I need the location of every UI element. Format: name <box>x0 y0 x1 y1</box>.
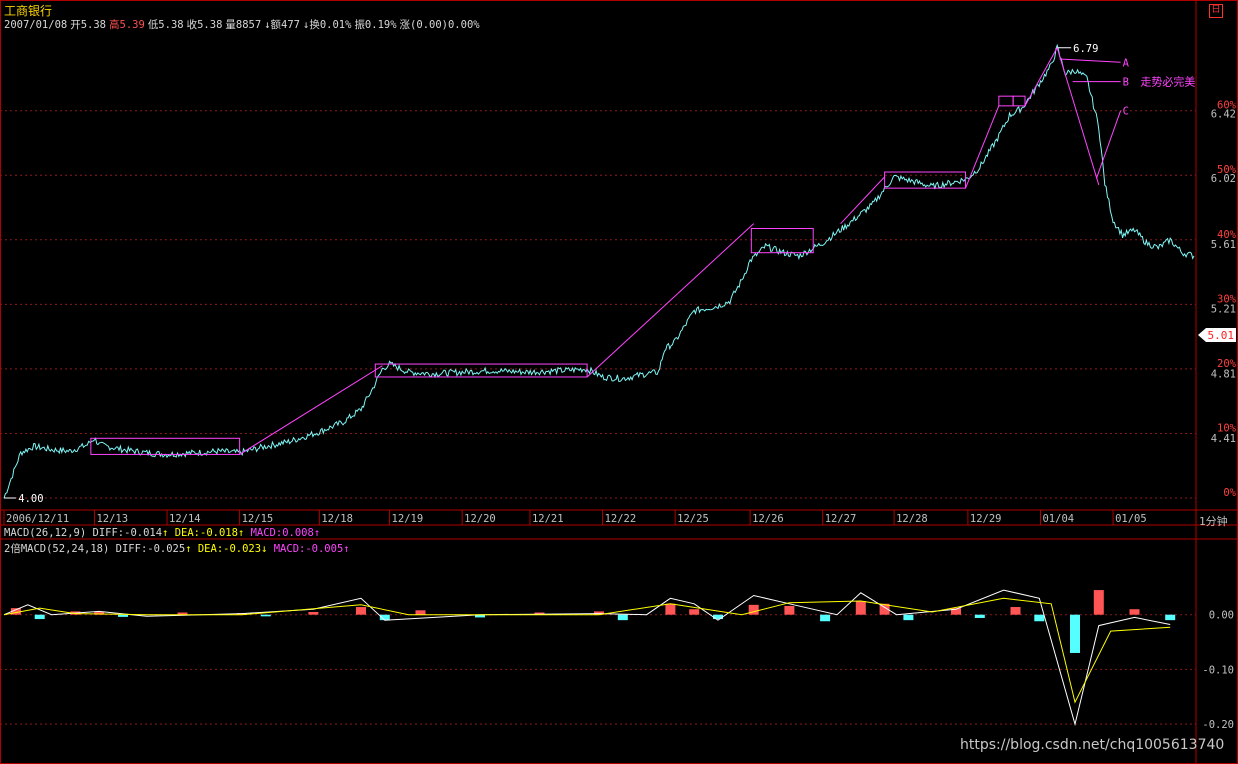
macd-bar <box>855 601 866 615</box>
macd-bar <box>1070 614 1080 653</box>
time-label: 12/22 <box>605 513 637 525</box>
macd-bar <box>903 614 914 621</box>
macd2-diff: DIFF:-0.025 <box>115 543 186 555</box>
annotation-text: 走势必完美 <box>1140 75 1195 89</box>
time-label: 12/14 <box>169 513 201 525</box>
quote-change: 涨(0.00)0.00% <box>399 19 480 31</box>
macd1-legend: MACD(26,12,9) DIFF:-0.014↑ DEA:-0.018↑ M… <box>4 527 320 539</box>
annotation-label: B <box>1123 77 1129 89</box>
time-label: 12/15 <box>242 513 274 525</box>
macd-bar <box>689 609 700 615</box>
price-tick-label: 5.61 <box>1211 239 1236 251</box>
time-label: 01/05 <box>1115 513 1147 525</box>
macd1-value: MACD:0.008 <box>250 527 314 539</box>
macd2-legend: 2倍MACD(52,24,18) DIFF:-0.025↑ DEA:-0.023… <box>4 541 350 556</box>
macd-tick-label: -0.20 <box>1202 719 1234 731</box>
time-label: 12/19 <box>392 513 424 525</box>
macd-bar <box>1129 609 1140 615</box>
time-label: 12/20 <box>464 513 496 525</box>
macd-bar <box>617 614 628 621</box>
trend-line <box>840 176 885 224</box>
price-tick-label: 5.21 <box>1211 304 1236 316</box>
annotation-arrow <box>1059 58 1121 63</box>
annotation-label: C <box>1123 106 1129 118</box>
watermark: https://blog.csdn.net/chq1005613740 <box>960 737 1225 753</box>
time-label: 12/29 <box>970 513 1002 525</box>
arrow-up-icon: ↑ <box>185 543 192 555</box>
quote-info-line: 2007/01/08 开5.38 高5.39 低5.38 收5.38 量8857 ↓额477… <box>4 17 483 32</box>
quote-date: 2007/01/08 <box>4 19 68 31</box>
chart-window: 60% 50% 40% 30% 20% 10% 0% 6.42 6.02 5.61 5.21 4.81… <box>0 0 1238 764</box>
arrow-down-icon: ↓ <box>261 543 268 555</box>
window-border <box>0 0 1238 764</box>
price-tick-label: 4.41 <box>1211 433 1236 445</box>
trend-line <box>1024 47 1058 107</box>
macd-bar <box>356 607 366 615</box>
quote-amplitude: 振0.19% <box>354 19 397 31</box>
time-label: 12/27 <box>825 513 857 525</box>
macd-diff-line <box>3 589 1171 727</box>
low-label: 4.00 <box>18 493 43 505</box>
macd-bar <box>665 603 676 615</box>
price-line <box>3 43 1195 499</box>
time-label: 2006/12/11 <box>6 513 69 525</box>
macd-bar <box>1165 614 1176 621</box>
time-label: 12/13 <box>96 513 128 525</box>
arrow-up-icon: ↑ <box>237 527 245 539</box>
quote-turnover: 换0.01% <box>309 19 352 31</box>
time-label: 12/21 <box>532 513 564 525</box>
period-toggle-button[interactable]: 日 <box>1209 4 1223 18</box>
macd-bar <box>308 611 319 615</box>
macd-bar <box>260 614 271 617</box>
arrow-up-icon: ↑ <box>313 527 321 539</box>
macd-bar <box>748 604 759 615</box>
macd-bar <box>415 610 426 615</box>
macd-bar <box>713 614 723 620</box>
price-tick-label: 4.81 <box>1211 368 1236 380</box>
time-label: 12/28 <box>896 513 928 525</box>
macd2-name: 2倍MACD(52,24,18) <box>4 543 110 555</box>
trend-line <box>1056 47 1100 186</box>
macd-bar <box>118 614 128 617</box>
chart-canvas[interactable]: 60%50%40%30%20%10%0%6.426.025.615.214.81… <box>0 0 1238 764</box>
consolidation-box <box>998 95 1014 107</box>
macd-bar <box>34 614 45 620</box>
macd2-dea: DEA:-0.023 <box>197 543 262 555</box>
macd-bar <box>820 614 831 622</box>
price-tick-label: 6.42 <box>1211 108 1236 120</box>
macd1-diff: DIFF:-0.014 <box>92 527 163 539</box>
macd1-name: MACD(26,12,9) <box>4 527 87 539</box>
time-label: 12/18 <box>321 513 353 525</box>
time-label: 12/26 <box>752 513 784 525</box>
arrow-up-icon: ↑ <box>162 527 169 539</box>
macd2-value: MACD:-0.005 <box>273 543 344 555</box>
high-label: 6.79 <box>1073 43 1098 55</box>
pct-tick-label: 0% <box>1223 487 1236 499</box>
macd-bar <box>974 614 985 618</box>
time-label: 12/25 <box>677 513 709 525</box>
quote-open: 开5.38 <box>70 19 107 31</box>
macd-bar <box>1034 614 1045 622</box>
consolidation-box <box>1012 95 1026 107</box>
price-tick-label: 6.02 <box>1211 173 1236 185</box>
time-label: 01/04 <box>1042 513 1074 525</box>
trend-line <box>586 223 755 378</box>
macd-tick-label: 0.00 <box>1209 610 1234 622</box>
time-unit-selector[interactable]: 1分钟 <box>1199 513 1228 529</box>
annotation-label: A <box>1123 57 1130 69</box>
quote-volume: 量8857 <box>225 19 262 31</box>
current-price-label: 5.01 <box>1208 329 1235 342</box>
quote-low: 低5.38 <box>147 19 184 31</box>
macd-bar <box>1010 607 1021 615</box>
quote-amount: 额477 <box>270 19 300 31</box>
macd1-dea: DEA:-0.018 <box>174 527 238 539</box>
arrow-up-icon: ↑ <box>343 543 350 555</box>
quote-high: 高5.39 <box>109 19 145 31</box>
macd-bar <box>1093 590 1104 615</box>
quote-close: 收5.38 <box>186 19 223 31</box>
macd-tick-label: -0.10 <box>1202 664 1234 676</box>
arrow-down-icon: ↓ <box>264 19 271 31</box>
macd-bar <box>784 605 795 615</box>
